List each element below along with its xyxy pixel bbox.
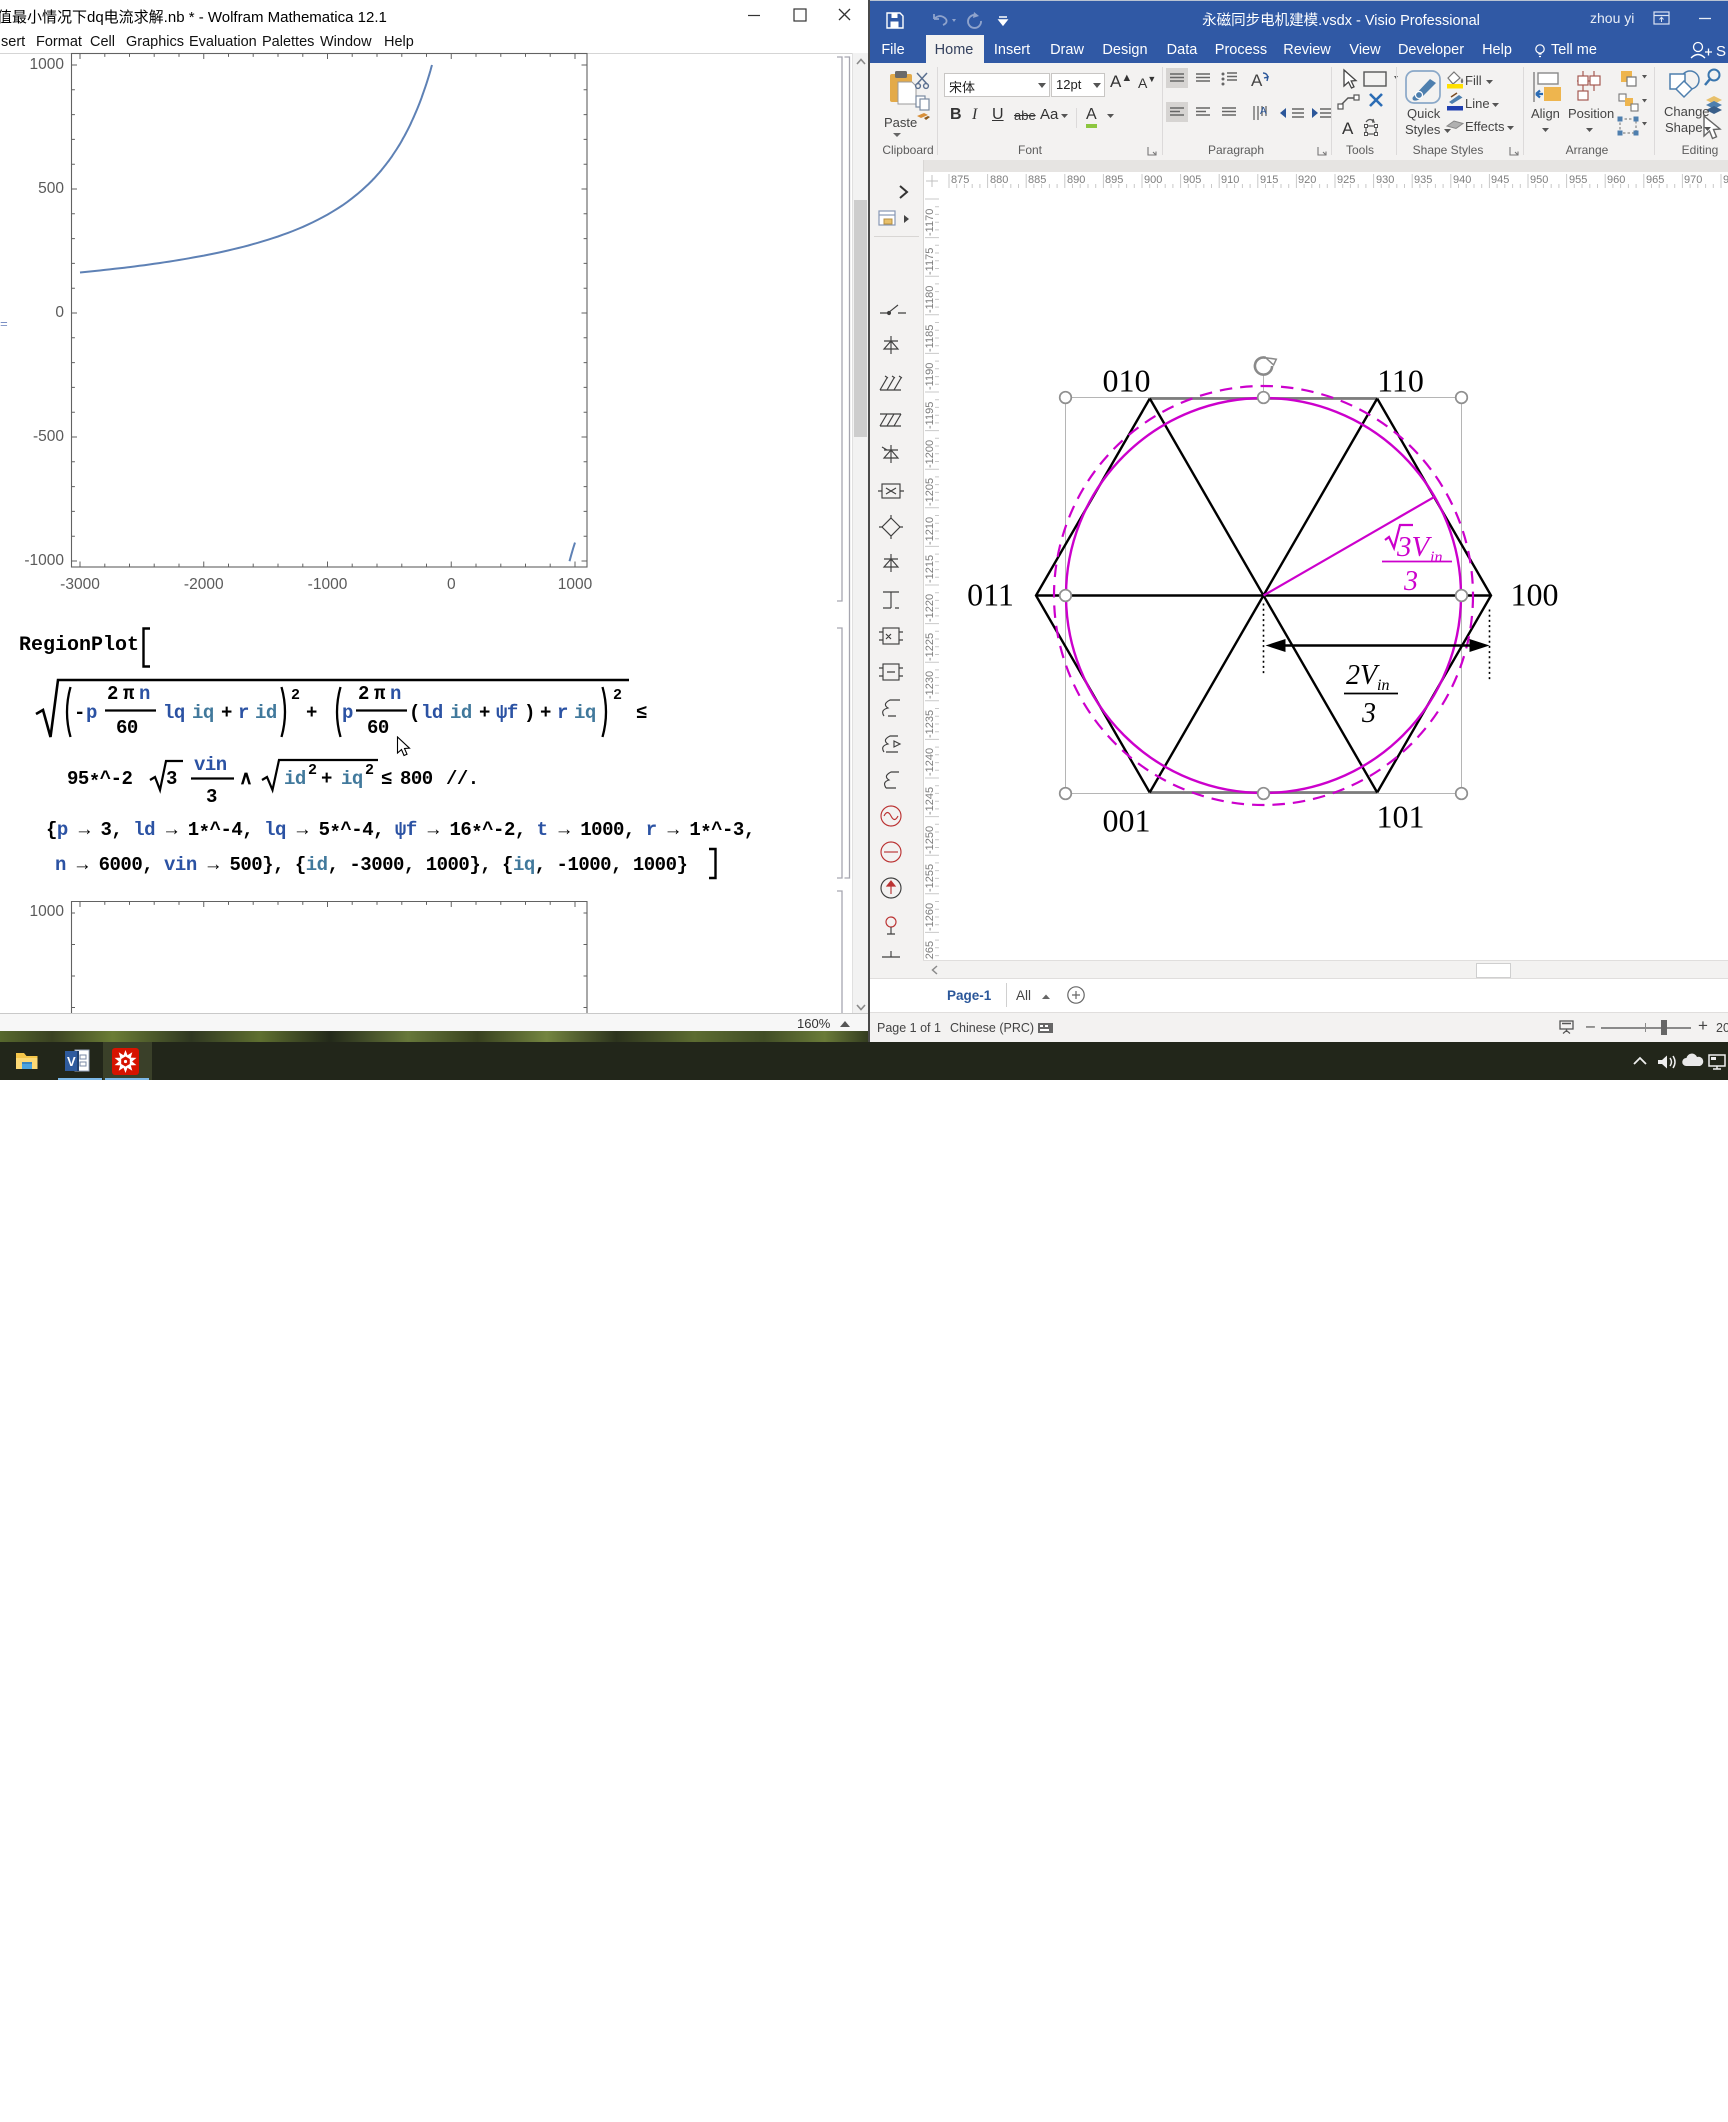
svg-text:A: A <box>1342 119 1354 138</box>
svg-text:3: 3 <box>1361 698 1376 729</box>
svg-text:101: 101 <box>1377 799 1425 835</box>
svg-text:3V: 3V <box>1396 531 1433 563</box>
svg-text:010: 010 <box>1103 363 1151 399</box>
svg-text:001: 001 <box>1103 803 1151 839</box>
svg-text:V: V <box>67 1054 76 1069</box>
svg-text:2V: 2V <box>1346 660 1380 691</box>
svg-text:110: 110 <box>1377 363 1424 399</box>
svg-text:011: 011 <box>967 577 1014 613</box>
svg-text:A: A <box>1251 71 1263 90</box>
svg-text:S: S <box>1716 43 1726 60</box>
svg-text:3: 3 <box>1403 566 1418 597</box>
svg-text:in: in <box>1377 677 1389 694</box>
svg-text:100: 100 <box>1511 577 1559 613</box>
svg-text:A: A <box>1260 106 1267 117</box>
svg-text:in: in <box>1430 549 1442 566</box>
